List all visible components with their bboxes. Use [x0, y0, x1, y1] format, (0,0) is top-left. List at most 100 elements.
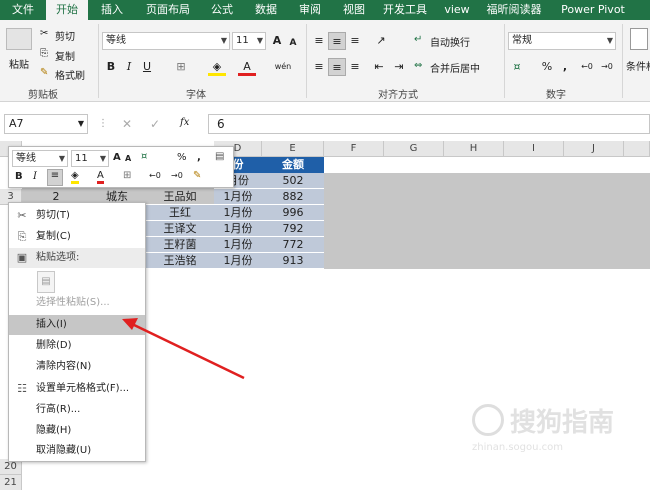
row-header[interactable]: 21 [0, 475, 22, 490]
tab-foxit-reader[interactable]: 福昕阅读器 [480, 0, 548, 20]
paste-button[interactable]: 粘贴 [9, 56, 29, 71]
phonetic-button[interactable]: wén [274, 58, 292, 76]
enter-icon[interactable]: ✓ [150, 117, 160, 131]
tab-insert[interactable]: 插入 [88, 0, 136, 20]
currency-icon[interactable]: ¤ [508, 58, 526, 76]
menu-item-delete[interactable]: 删除(D) [9, 336, 145, 356]
merge-center-icon[interactable]: ⇔ [414, 60, 422, 71]
copy-button[interactable]: 复制 [55, 48, 75, 63]
column-header-j[interactable]: J [564, 141, 624, 157]
comma-button[interactable]: , [556, 58, 574, 76]
tab-view[interactable]: 视图 [332, 0, 376, 20]
table-cell[interactable]: 1月份 [214, 189, 262, 205]
copy-icon[interactable]: ⎘ [40, 48, 48, 59]
tab-home[interactable]: 开始 [46, 0, 88, 20]
menu-item-cut[interactable]: ✂ 剪切(T) [9, 206, 145, 226]
column-header-g[interactable]: G [384, 141, 444, 157]
align-center-icon[interactable]: ≡ [328, 58, 346, 76]
underline-button[interactable]: U [138, 58, 156, 76]
menu-item-row-height[interactable]: 行高(R)... [9, 400, 145, 420]
number-format-select[interactable]: 常规 ▼ [508, 32, 616, 50]
table-cell[interactable]: 913 [262, 253, 324, 269]
table-cell[interactable]: 王籽菌 [146, 237, 214, 253]
increase-decimal-icon[interactable]: ←0 [149, 171, 161, 180]
column-header-h[interactable]: H [444, 141, 504, 157]
tab-review[interactable]: 审阅 [288, 0, 332, 20]
mini-percent-button[interactable]: % [177, 152, 187, 163]
column-header[interactable] [624, 141, 650, 157]
decrease-decimal-icon[interactable]: →0 [598, 58, 616, 76]
bold-button[interactable]: B [102, 58, 120, 76]
insert-function-button[interactable]: fx [180, 117, 189, 128]
table-header-cell[interactable]: 金额 [262, 157, 324, 173]
mini-font-select[interactable]: 等线 ▼ [12, 150, 68, 167]
menu-item-clear-contents[interactable]: 清除内容(N) [9, 357, 145, 377]
tab-file[interactable]: 文件 [0, 0, 46, 20]
align-bottom-icon[interactable]: ≡ [346, 32, 364, 50]
paste-icon[interactable]: ▤ [37, 271, 55, 293]
tab-view-en[interactable]: view [434, 0, 480, 20]
currency-icon[interactable]: ¤ [141, 151, 147, 162]
column-header-e[interactable]: E [262, 141, 324, 157]
align-right-icon[interactable]: ≡ [346, 58, 364, 76]
table-cell[interactable]: 王红 [146, 205, 214, 221]
borders-icon[interactable]: ⊞ [172, 58, 190, 76]
decrease-decimal-icon[interactable]: →0 [171, 171, 183, 180]
shrink-font-button[interactable]: A [284, 34, 302, 52]
formula-input[interactable]: 6 [208, 114, 650, 134]
align-center-icon[interactable]: ≡ [47, 169, 63, 186]
increase-indent-icon[interactable]: ⇥ [390, 58, 408, 76]
table-cell[interactable]: 502 [262, 173, 324, 189]
menu-item-hide[interactable]: 隐藏(H) [9, 421, 145, 441]
cancel-icon[interactable]: ✕ [122, 117, 132, 131]
menu-item-copy[interactable]: ⎘ 复制(C) [9, 227, 145, 247]
mini-comma-button[interactable]: , [197, 152, 201, 163]
font-name-select[interactable]: 等线 ▼ [102, 32, 230, 50]
table-cell[interactable]: 1月份 [214, 205, 262, 221]
menu-item-format-cells[interactable]: ☷ 设置单元格格式(F)... [9, 379, 145, 399]
column-header-i[interactable]: I [504, 141, 564, 157]
percent-button[interactable]: % [538, 58, 556, 76]
borders-icon[interactable]: ⊞ [123, 170, 131, 181]
table-cell[interactable]: 1月份 [214, 237, 262, 253]
format-painter-icon[interactable]: ✎ [40, 67, 48, 78]
tab-developer[interactable]: 开发工具 [376, 0, 434, 20]
table-cell[interactable]: 1月份 [214, 253, 262, 269]
table-cell[interactable]: 1月份 [214, 221, 262, 237]
name-box[interactable]: A7 ▼ [4, 114, 88, 134]
tab-formulas[interactable]: 公式 [200, 0, 244, 20]
decrease-indent-icon[interactable]: ⇤ [370, 58, 388, 76]
menu-item-unhide[interactable]: 取消隐藏(U) [9, 441, 145, 461]
orientation-icon[interactable]: ↗ [372, 32, 390, 50]
tab-power-pivot[interactable]: Power Pivot [548, 0, 638, 20]
font-color-icon[interactable]: A [97, 170, 104, 184]
conditional-format-button[interactable]: 条件格 [626, 58, 650, 73]
tab-data[interactable]: 数据 [244, 0, 288, 20]
align-top-icon[interactable]: ≡ [310, 32, 328, 50]
font-size-select[interactable]: 11 ▼ [232, 32, 266, 50]
grow-font-icon[interactable]: A [113, 152, 121, 163]
menu-item-insert[interactable]: 插入(I) [9, 315, 145, 335]
format-painter-icon[interactable]: ✎ [193, 170, 201, 181]
table-format-icon[interactable]: ▤ [215, 151, 224, 162]
wrap-text-button[interactable]: 自动换行 [430, 34, 470, 49]
tab-page-layout[interactable]: 页面布局 [136, 0, 200, 20]
table-cell[interactable]: 王品如 [146, 189, 214, 205]
mini-italic-button[interactable]: I [33, 171, 37, 182]
table-cell[interactable]: 王浩铭 [146, 253, 214, 269]
merge-center-button[interactable]: 合并后居中 [430, 60, 480, 75]
fill-color-icon[interactable]: ◈ [71, 170, 79, 184]
column-header-f[interactable]: F [324, 141, 384, 157]
format-painter-button[interactable]: 格式刷 [55, 67, 85, 82]
table-cell[interactable]: 996 [262, 205, 324, 221]
conditional-format-icon[interactable] [630, 28, 648, 50]
fill-color-icon[interactable]: ◈ [208, 58, 226, 76]
table-cell[interactable]: 792 [262, 221, 324, 237]
italic-button[interactable]: I [120, 58, 138, 76]
align-middle-icon[interactable]: ≡ [328, 32, 346, 50]
table-cell[interactable]: 882 [262, 189, 324, 205]
font-color-button[interactable]: A [238, 58, 256, 76]
paste-icon[interactable] [6, 28, 32, 50]
mini-bold-button[interactable]: B [15, 171, 23, 182]
table-cell[interactable]: 772 [262, 237, 324, 253]
